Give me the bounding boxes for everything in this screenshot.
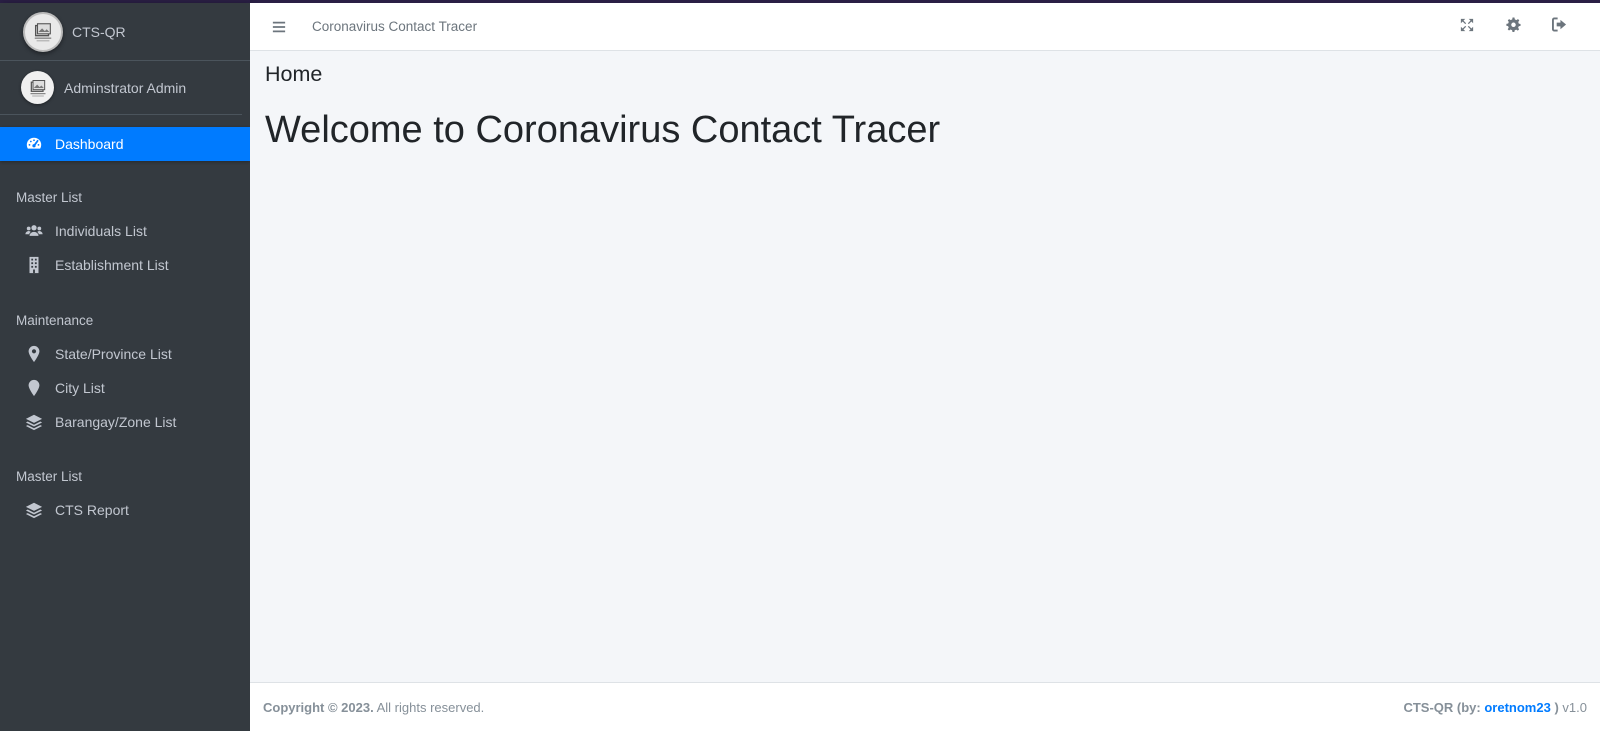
rights-text: All rights reserved.: [376, 699, 485, 715]
content-wrapper: Home Welcome to Coronavirus Contact Trac…: [250, 51, 1600, 682]
nav-header-master-list: Master List: [16, 189, 83, 205]
welcome-heading: Welcome to Coronavirus Contact Tracer: [265, 109, 941, 151]
sidebar-item-label: CTS Report: [55, 502, 129, 518]
user-avatar-icon: [21, 71, 54, 104]
tachometer-icon: [22, 134, 46, 154]
user-name[interactable]: Adminstrator Admin: [64, 80, 186, 96]
sidebar-item-dashboard[interactable]: Dashboard: [0, 127, 250, 161]
sidebar-item-label: Barangay/Zone List: [55, 414, 177, 430]
top-navbar: Coronavirus Contact Tracer: [250, 3, 1600, 51]
expand-icon: [1460, 18, 1474, 37]
nav-header-maintenance: Maintenance: [16, 312, 94, 328]
brand-name: CTS-QR: [72, 23, 126, 40]
users-icon: [22, 221, 46, 241]
sidebar-item-states[interactable]: State/Province List: [0, 337, 250, 371]
navbar-actions: [1444, 3, 1582, 51]
gear-icon: [1505, 17, 1521, 37]
credit-suffix: ): [1554, 699, 1559, 715]
navbar-title[interactable]: Coronavirus Contact Tracer: [312, 19, 477, 34]
footer-copyright: Copyright © 2023. All rights reserved.: [263, 700, 484, 715]
sidebar-item-label: State/Province List: [55, 346, 172, 362]
settings-button[interactable]: [1490, 3, 1536, 51]
sidebar-item-cts-report[interactable]: CTS Report: [0, 493, 250, 527]
logout-button[interactable]: [1536, 3, 1582, 51]
footer: Copyright © 2023. All rights reserved. C…: [250, 682, 1600, 731]
sidebar-item-label: City List: [55, 380, 105, 396]
brand-logo-icon: [23, 11, 63, 52]
map-pin-icon: [22, 378, 46, 398]
user-panel[interactable]: Adminstrator Admin: [0, 61, 242, 115]
sidebar-item-label: Individuals List: [55, 223, 147, 239]
sidebar-item-individuals[interactable]: Individuals List: [0, 214, 250, 248]
version-text: v1.0: [1562, 699, 1587, 715]
building-icon: [22, 255, 46, 275]
bars-icon[interactable]: [268, 16, 290, 38]
nav-header-master-list-2: Master List: [16, 468, 83, 484]
fullscreen-button[interactable]: [1444, 3, 1490, 51]
footer-credit: CTS-QR (by: oretnom23 ) v1.0: [1403, 700, 1587, 715]
sidebar-item-label: Establishment List: [55, 257, 169, 273]
page-title: Home: [265, 62, 323, 86]
sidebar: CTS-QR Adminstrator Admin Dashboard Mast…: [0, 3, 250, 731]
sidebar-item-label: Dashboard: [55, 136, 124, 152]
sidebar-item-cities[interactable]: City List: [0, 371, 250, 405]
sidebar-item-establishments[interactable]: Establishment List: [0, 248, 250, 282]
brand-link[interactable]: CTS-QR: [0, 3, 250, 61]
copyright-text: Copyright © 2023.: [263, 699, 374, 715]
map-marker-icon: [22, 344, 46, 364]
sign-out-icon: [1551, 17, 1567, 37]
author-link[interactable]: oretnom23: [1484, 700, 1550, 715]
layers-icon: [22, 500, 46, 520]
sidebar-item-barangays[interactable]: Barangay/Zone List: [0, 405, 250, 439]
layers-icon: [22, 412, 46, 432]
sidebar-nav: Dashboard Master List Individuals List E…: [0, 115, 250, 527]
credit-prefix: CTS-QR (by:: [1403, 699, 1481, 715]
